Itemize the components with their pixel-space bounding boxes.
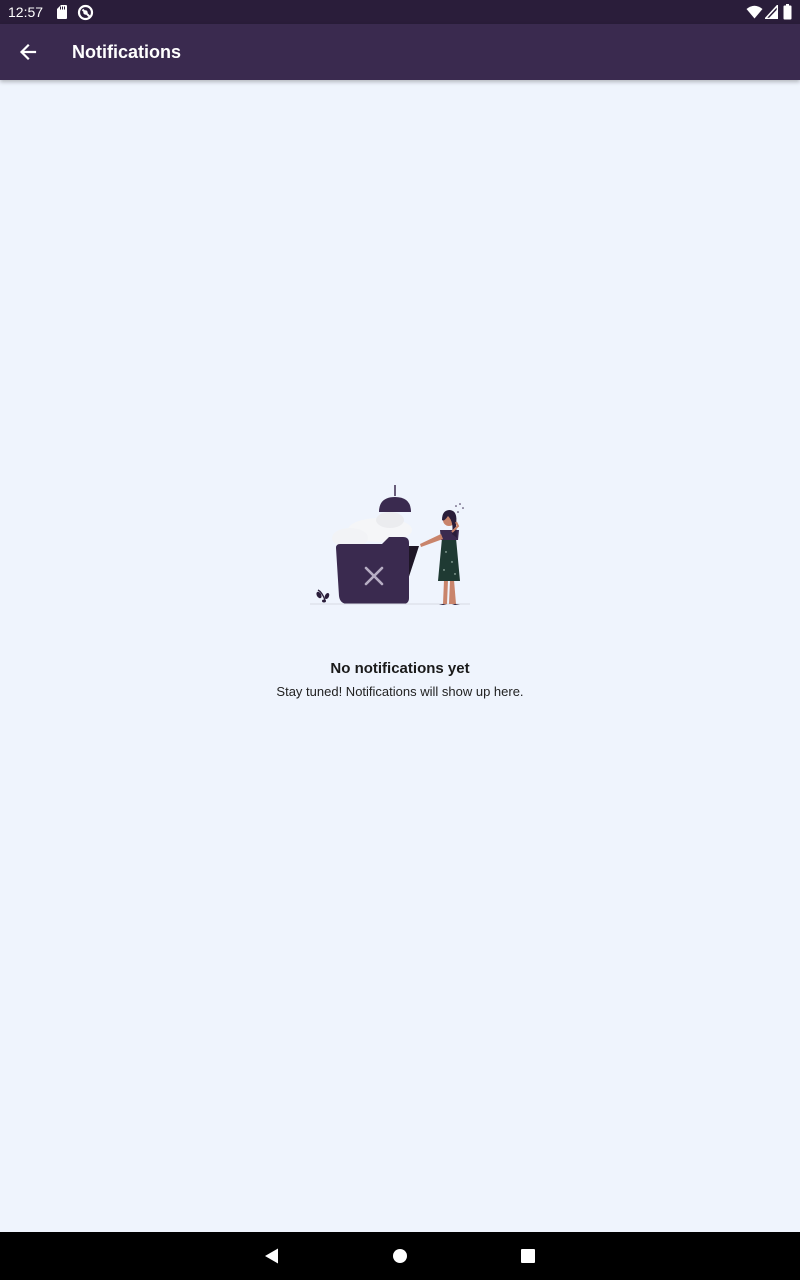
status-time: 12:57 bbox=[8, 4, 44, 20]
nav-home-button[interactable] bbox=[388, 1244, 412, 1268]
wifi-icon bbox=[746, 5, 763, 19]
back-button[interactable] bbox=[12, 36, 44, 68]
home-circle-icon bbox=[393, 1249, 407, 1263]
data-saver-icon bbox=[77, 4, 94, 21]
app-bar: Notifications bbox=[0, 24, 800, 80]
navigation-bar bbox=[0, 1232, 800, 1280]
arrow-back-icon bbox=[19, 43, 37, 61]
recents-square-icon bbox=[521, 1249, 535, 1263]
folder-icon bbox=[336, 537, 409, 604]
sd-card-icon bbox=[57, 5, 67, 19]
empty-notifications-illustration bbox=[310, 485, 470, 605]
page-title: Notifications bbox=[72, 42, 182, 62]
lamp-icon bbox=[379, 497, 411, 512]
back-triangle-icon bbox=[265, 1248, 278, 1264]
cell-signal-icon bbox=[765, 5, 778, 19]
nav-back-button[interactable] bbox=[259, 1244, 283, 1268]
person-icon bbox=[438, 538, 460, 581]
empty-state-title: No notifications yet bbox=[330, 660, 470, 677]
empty-state-subtitle: Stay tuned! Notifications will show up h… bbox=[276, 684, 524, 699]
battery-icon bbox=[783, 4, 792, 20]
nav-recents-button[interactable] bbox=[516, 1244, 540, 1268]
empty-state: No notifications yet Stay tuned! Notific… bbox=[0, 482, 800, 700]
status-bar: 12:57 bbox=[0, 0, 800, 24]
